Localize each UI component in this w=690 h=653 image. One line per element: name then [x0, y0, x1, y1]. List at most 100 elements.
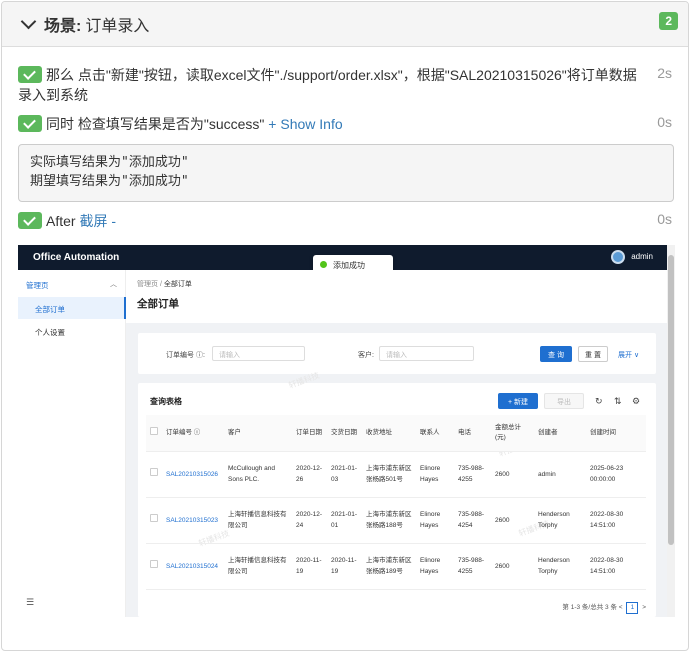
reload-icon: ↻ [595, 396, 603, 406]
creator-cell: admin [534, 451, 586, 498]
step-1-text: 那么 点击"新建"按钮，读取excel文件"./support/order.xl… [18, 67, 637, 103]
row-select [146, 497, 162, 544]
app-sidebar: 管理页 ︿ 全部订单 个人设置 ☰ [18, 270, 126, 617]
step-2: 同时 检查填写结果是否为"success" + Show Info [18, 114, 343, 134]
prev-page: < [618, 604, 623, 611]
column-header: 创建时间 [586, 415, 646, 452]
created-at-cell: 2022-08-30 14:51:00 [586, 497, 646, 544]
chevron-down-icon[interactable] [20, 16, 36, 32]
scrollbar-thumb[interactable] [668, 255, 674, 545]
address-cell: 上海市浦东新区张杨路501号 [362, 451, 416, 498]
address-cell: 上海市浦东新区张杨路188号 [362, 497, 416, 544]
delivery-date-cell: 2021-01-01 [327, 497, 362, 544]
sidebar-group-label: 管理页 [26, 281, 49, 290]
density-icon: ⇅ [614, 396, 622, 406]
pagination-summary: 第 1-3 条/总共 3 条 [562, 604, 617, 611]
order-no-cell: SAL20210315026 [162, 451, 224, 498]
checkbox [150, 560, 158, 568]
column-header: 电话 [454, 415, 491, 452]
scenario-header[interactable]: 场景: 订单录入 2 [2, 2, 688, 47]
order-date-cell: 2020-11-19 [292, 543, 327, 590]
row-select [146, 451, 162, 498]
checkbox [150, 468, 158, 476]
address-cell: 上海市浦东新区张杨路189号 [362, 543, 416, 590]
reset-button: 重 置 [578, 346, 608, 362]
export-button: 导出 [544, 393, 584, 409]
table-card: 查询表格 + 新建 导出 ↻ ⇅ ⚙ 轩播科技 轩播科技 轩播科技 轩播科技 订… [138, 371, 656, 617]
info-box: 实际填写结果为"添加成功" 期望填写结果为"添加成功" [18, 144, 674, 202]
scene-title: 订单录入 [85, 18, 150, 35]
phone-cell: 735-988-4255 [454, 451, 491, 498]
customer-cell: McCullough and Sons PLC. [224, 451, 292, 498]
new-button: + 新建 [498, 393, 538, 409]
amount-cell: 2600 [491, 451, 534, 498]
export-label: 导出 [557, 399, 571, 406]
app-title: Office Automation [33, 252, 120, 263]
show-info-link[interactable]: + Show Info [268, 116, 342, 132]
row-select [146, 543, 162, 590]
screenshot-scrollbar[interactable] [667, 245, 675, 617]
phone-cell: 735-988-4255 [454, 543, 491, 590]
phone-cell: 735-988-4254 [454, 497, 491, 544]
table-title: 查询表格 [150, 397, 182, 406]
expand-link: 展开 ∨ [618, 352, 640, 359]
step-1: 那么 点击"新建"按钮，读取excel文件"./support/order.xl… [18, 65, 648, 105]
order-date-cell: 2020-12-24 [292, 497, 327, 544]
gear-icon: ⚙ [632, 396, 641, 406]
check-icon [18, 66, 42, 83]
customer-cell: 上海轩播信息科技有限公司 [224, 543, 292, 590]
order-no-cell: SAL20210315024 [162, 543, 224, 590]
table-row: SAL20210315026 McCullough and Sons PLC. … [146, 451, 646, 498]
created-at-cell: 2022-08-30 14:51:00 [586, 543, 646, 590]
column-header: 客户 [224, 415, 292, 452]
check-icon [18, 115, 42, 132]
scenario-panel: 场景: 订单录入 2 那么 点击"新建"按钮，读取excel文件"./suppo… [1, 1, 689, 651]
breadcrumb-sep: / [159, 281, 162, 288]
next-page: > [642, 604, 646, 611]
step-2-text: 同时 检查填写结果是否为"success" [46, 116, 265, 132]
amount-cell: 2600 [491, 543, 534, 590]
breadcrumb-home: 管理页 [137, 281, 158, 288]
step-3: After 截屏 - [18, 211, 116, 231]
screenshot-link[interactable]: 截屏 - [79, 213, 116, 229]
sidebar-item-all-orders: 全部订单 [18, 297, 126, 319]
table-row: SAL20210315024 上海轩播信息科技有限公司 2020-11-19 2… [146, 543, 646, 590]
column-header: 收货地址 [362, 415, 416, 452]
filter-bar: 订单编号 ⓘ: 请输入 客户: 请输入 查 询 重 置 展开 ∨ [138, 333, 656, 374]
step-count-badge: 2 [659, 12, 678, 30]
user-name: admin [631, 252, 653, 261]
customer-cell: 上海轩播信息科技有限公司 [224, 497, 292, 544]
column-header: 联系人 [416, 415, 454, 452]
creator-cell: Henderson Torphy [534, 497, 586, 544]
scene-keyword: 场景: [44, 18, 82, 35]
app-screenshot: Office Automation admin 添加成功 管理页 ︿ 全部订单 … [18, 245, 675, 617]
order-no-cell: SAL20210315023 [162, 497, 224, 544]
select-all-cell [146, 415, 162, 452]
breadcrumb-current: 全部订单 [163, 281, 192, 288]
page-header: 管理页 / 全部订单 全部订单 [126, 270, 667, 323]
checkbox [150, 514, 158, 522]
order-date-cell: 2020-12-26 [292, 451, 327, 498]
order-no-label: 订单编号 ⓘ: [166, 352, 205, 359]
created-at-cell: 2025-06-23 00:00:00 [586, 451, 646, 498]
contact-cell: Elinore Hayes [416, 543, 454, 590]
page-1: 1 [626, 602, 639, 614]
breadcrumb: 管理页 / 全部订单 [137, 279, 192, 289]
column-header: 创建者 [534, 415, 586, 452]
menu-fold-icon: ☰ [26, 597, 35, 607]
customer-label: 客户: [358, 352, 374, 359]
step-1-duration: 2s [657, 65, 672, 81]
contact-cell: Elinore Hayes [416, 497, 454, 544]
search-button: 查 询 [540, 346, 572, 362]
table-row: SAL20210315023 上海轩播信息科技有限公司 2020-12-24 2… [146, 497, 646, 544]
delivery-date-cell: 2020-11-19 [327, 543, 362, 590]
avatar [611, 250, 625, 264]
checkbox [150, 426, 158, 435]
step-3-duration: 0s [657, 211, 672, 227]
step-2-duration: 0s [657, 114, 672, 130]
app-content: 管理页 / 全部订单 全部订单 订单编号 ⓘ: 请输入 客户: 请输入 查 询 … [126, 270, 667, 617]
sidebar-item-settings: 个人设置 [35, 328, 65, 337]
column-header: 交货日期 [327, 415, 362, 452]
page-title: 全部订单 [137, 298, 179, 310]
contact-cell: Elinore Hayes [416, 451, 454, 498]
